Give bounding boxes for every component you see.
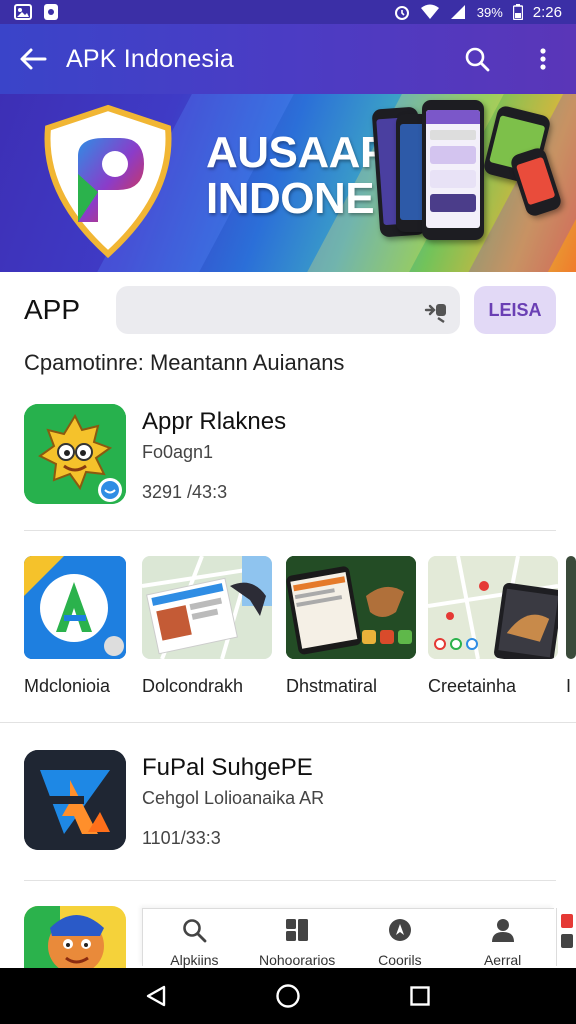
carousel-card-label: Creetainha xyxy=(428,676,517,696)
wifi-icon xyxy=(420,4,439,20)
bottom-navigation: Alpkiins Nohoorarios Coorils Aerral xyxy=(142,908,554,968)
app-meta: 1101/33:3 xyxy=(142,828,221,848)
app-bar: APK Indonesia xyxy=(0,24,576,94)
carousel-card[interactable]: Dolcondrakh xyxy=(142,556,272,697)
map-pet-thumbnail xyxy=(428,556,558,659)
carousel-card[interactable]: Mdclonioia xyxy=(24,556,126,697)
carousel-card[interactable]: Creetainha xyxy=(428,556,558,697)
side-panel-edge xyxy=(556,908,576,966)
alarm-icon xyxy=(393,4,411,20)
promo-banner[interactable]: AUSAAP INDONE xyxy=(0,94,576,272)
carousel-card[interactable]: Dhstmatiral xyxy=(286,556,416,697)
search-input[interactable] xyxy=(116,286,460,334)
app-icon-compass-a xyxy=(24,750,126,850)
app-meta: 3291 /43:3 xyxy=(142,482,228,502)
nav-item-label: Alpkiins xyxy=(170,952,219,968)
app-icon-sun-face xyxy=(24,404,126,504)
nav-item-apps[interactable]: Alpkiins xyxy=(143,909,246,968)
person-icon xyxy=(490,917,516,948)
phone-mockup xyxy=(422,100,484,240)
carousel-card-label: Dolcondrakh xyxy=(142,676,244,696)
page-title: APK Indonesia xyxy=(66,44,234,73)
game-screenshot-thumbnail xyxy=(286,556,416,659)
nav-item-coorils[interactable]: Coorils xyxy=(349,909,452,968)
divider xyxy=(0,722,576,723)
search-icon xyxy=(181,917,207,948)
banner-headline-line2: INDONE xyxy=(206,174,375,223)
search-submit-button[interactable]: LEISA xyxy=(474,286,556,334)
banner-headline-line1: AUSAAP xyxy=(206,128,389,177)
list-item[interactable]: FuPal SuhgePE Cehgol Lolioanaika AR 1101… xyxy=(0,750,576,860)
grid-apps-icon xyxy=(284,917,310,948)
carousel-card-label: I xyxy=(566,676,572,696)
back-arrow-icon[interactable] xyxy=(18,44,48,74)
app-store-logo xyxy=(40,104,176,259)
clock: 2:26 xyxy=(532,3,562,21)
list-item[interactable]: Appr Rlaknes Fo0agn1 3291 /43:3 xyxy=(0,404,576,514)
app-logo-a-icon xyxy=(24,556,126,659)
carousel-card-label: Dhstmatiral xyxy=(286,676,378,696)
nav-item-account[interactable]: Aerral xyxy=(451,909,554,968)
divider xyxy=(24,880,556,881)
app-developer: Cehgol Lolioanaika AR xyxy=(142,788,325,808)
nav-item-label: Coorils xyxy=(378,952,422,968)
nav-item-notifications[interactable]: Nohoorarios xyxy=(246,909,349,968)
compass-icon xyxy=(387,917,413,948)
overflow-menu-icon[interactable] xyxy=(528,44,558,74)
gallery-notification-icon xyxy=(14,4,32,20)
status-bar: 39% 2:26 xyxy=(0,0,576,24)
search-icon[interactable] xyxy=(462,44,492,74)
map-screenshot-thumbnail xyxy=(142,556,272,659)
app-developer: Fo0agn1 xyxy=(142,442,214,462)
section-label: APP xyxy=(24,294,81,325)
banner-headline: AUSAAP INDONE xyxy=(206,130,389,222)
nav-item-label: Nohoorarios xyxy=(258,952,336,968)
search-row: APP LEISA xyxy=(0,286,576,336)
carousel-card[interactable]: I xyxy=(566,556,576,697)
category-filter-text[interactable]: Cpamotinre: Meantann Auianans xyxy=(24,350,344,376)
voice-search-icon[interactable] xyxy=(422,296,450,329)
app-notification-icon xyxy=(42,4,60,20)
battery-icon xyxy=(512,4,523,21)
system-navigation-bar xyxy=(0,968,576,1024)
app-icon-mascot[interactable] xyxy=(24,906,126,968)
back-triangle-icon[interactable] xyxy=(136,976,176,1016)
app-carousel[interactable]: Mdclonioia Dolcondrakh Dhstmatiral Creet… xyxy=(0,556,576,696)
partial-thumbnail xyxy=(566,556,576,659)
battery-percent: 39% xyxy=(476,4,503,20)
recents-square-icon[interactable] xyxy=(400,976,440,1016)
nav-item-label: Aerral xyxy=(483,952,522,968)
carousel-card-label: Mdclonioia xyxy=(24,676,111,696)
divider xyxy=(24,530,556,531)
app-name: Appr Rlaknes xyxy=(142,408,287,435)
app-name: FuPal SuhgePE xyxy=(142,754,313,781)
home-circle-icon[interactable] xyxy=(268,976,308,1016)
signal-icon xyxy=(449,4,467,20)
